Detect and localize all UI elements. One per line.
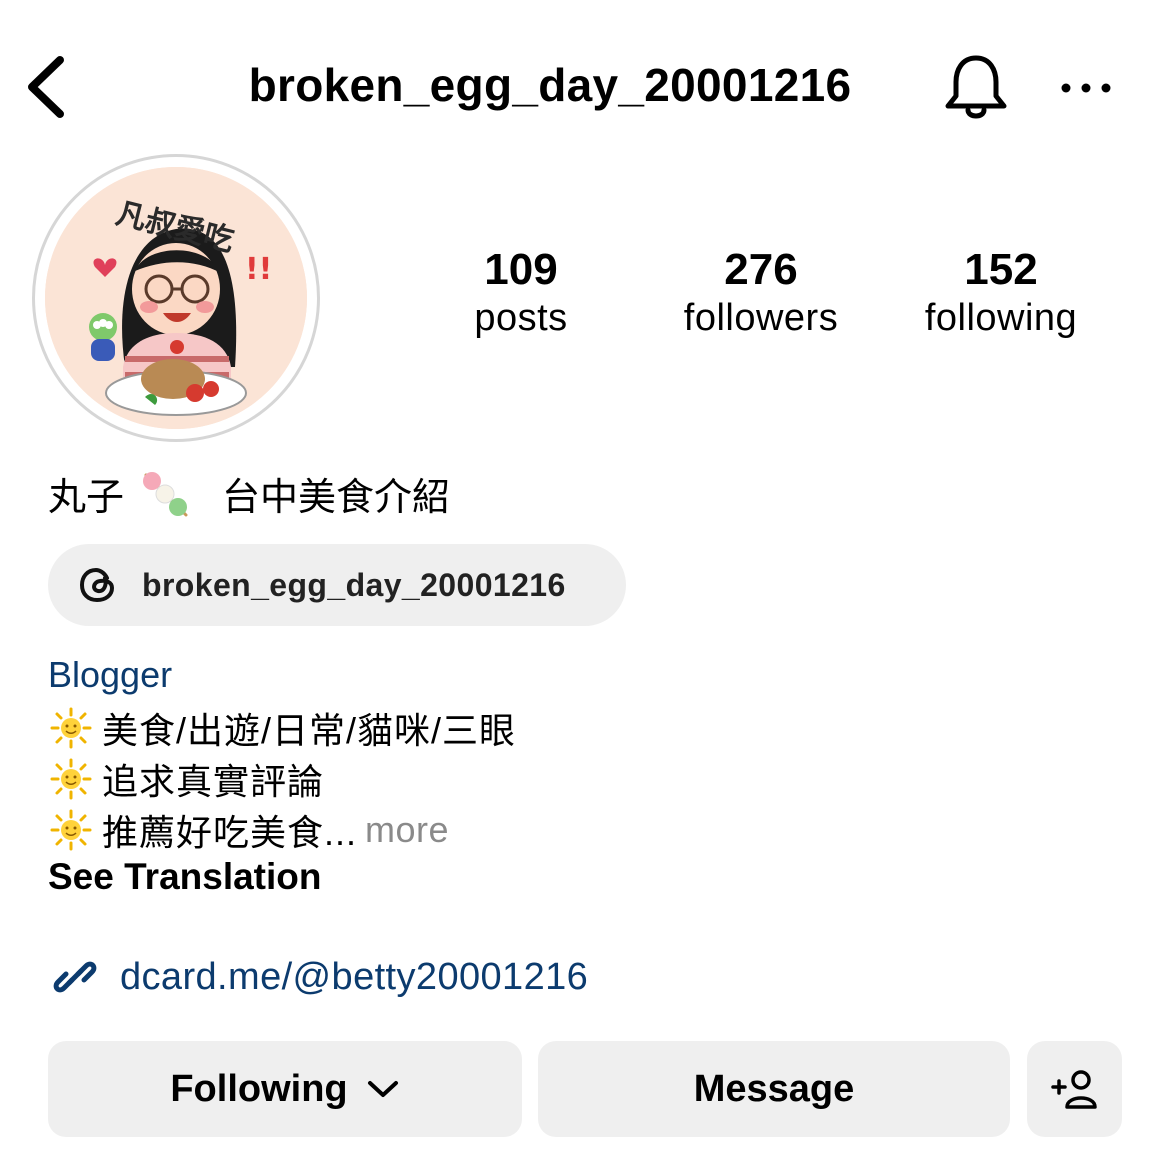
sun-icon (50, 707, 92, 749)
stat-followers[interactable]: 276 followers (651, 244, 871, 340)
following-count: 152 (964, 245, 1038, 294)
followers-label: followers (683, 297, 839, 339)
threads-handle: broken_egg_day_20001216 (142, 566, 566, 603)
bell-icon[interactable] (942, 52, 1010, 124)
bio-more-link[interactable]: more (365, 809, 449, 851)
followers-count: 276 (724, 245, 798, 294)
display-name-suffix: 台中美食介紹 (222, 477, 451, 519)
svg-text:!!: !! (245, 252, 272, 287)
stat-following[interactable]: 152 following (891, 244, 1111, 340)
posts-label: posts (474, 297, 568, 339)
sun-icon (50, 809, 92, 851)
avatar[interactable]: 凡叔愛吃 !! (32, 154, 320, 442)
following-button-label: Following (170, 1067, 348, 1110)
threads-badge[interactable]: broken_egg_day_20001216 (48, 544, 626, 626)
threads-icon (79, 567, 115, 603)
external-link-text: dcard.me/@betty20001216 (120, 955, 589, 998)
posts-count: 109 (484, 245, 558, 294)
display-name: 丸子 台中美食介紹 (48, 466, 450, 521)
suggested-people-button[interactable] (1027, 1041, 1122, 1137)
bio-line-text: 推薦好吃美食... (102, 812, 358, 853)
sun-icon (50, 758, 92, 800)
bio-line-text: 追求真實評論 (102, 761, 325, 802)
stat-posts[interactable]: 109 posts (411, 244, 631, 340)
bio-line-text: 美食/出遊/日常/貓咪/三眼 (102, 710, 517, 751)
see-translation-link[interactable]: See Translation (48, 856, 322, 898)
chevron-down-icon (367, 1081, 398, 1097)
link-icon (53, 961, 97, 993)
bio-line: 推薦好吃美食... more (50, 804, 449, 856)
profile-username-title: broken_egg_day_20001216 (248, 59, 852, 111)
more-icon[interactable] (1058, 78, 1114, 98)
message-button[interactable]: Message (538, 1041, 1010, 1137)
bio-line: 追求真實評論 (50, 753, 324, 805)
external-link[interactable]: dcard.me/@betty20001216 (48, 950, 588, 1004)
message-button-label: Message (693, 1067, 855, 1110)
profile-category: Blogger (48, 654, 173, 695)
bio-line: 美食/出遊/日常/貓咪/三眼 (50, 702, 516, 754)
dango-icon (143, 471, 188, 516)
following-button[interactable]: Following (48, 1041, 522, 1137)
following-label: following (924, 297, 1078, 339)
profile-illustration-icon: 凡叔愛吃 !! (45, 167, 307, 429)
display-name-prefix: 丸子 (48, 477, 125, 519)
add-person-icon (1050, 1070, 1097, 1109)
